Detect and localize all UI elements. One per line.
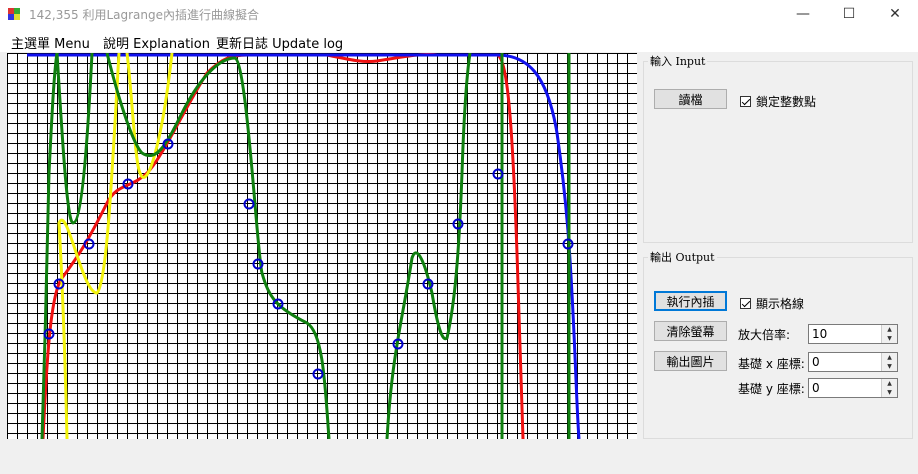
base-x-label: 基礎 x 座標: — [738, 357, 805, 371]
menu-update-log[interactable]: 更新日誌 Update log — [216, 33, 343, 52]
title-bar: 142,355 利用Lagrange內插進行曲線擬合 — ☐ ✕ — [0, 0, 918, 30]
checkbox-check-icon — [740, 96, 751, 107]
spin-up-icon[interactable]: ▲ — [881, 353, 897, 362]
zoom-label: 放大倍率: — [738, 328, 791, 342]
input-group-label: 輸入 Input — [648, 53, 708, 69]
lock-integer-label: 鎖定整數點 — [756, 95, 817, 109]
menu-bar: 主選單 Menu 說明 Explanation 更新日誌 Update log — [0, 30, 918, 52]
spin-up-icon[interactable]: ▲ — [881, 325, 897, 334]
menu-explanation[interactable]: 說明 Explanation — [103, 33, 210, 52]
maximize-button[interactable]: ☐ — [826, 0, 872, 30]
minimize-button[interactable]: — — [780, 0, 826, 30]
output-group-label: 輸出 Output — [648, 249, 717, 265]
output-group — [643, 257, 913, 439]
checkbox-check-icon — [740, 298, 751, 309]
plot-svg — [7, 53, 637, 439]
base-y-label: 基礎 y 座標: — [738, 382, 805, 396]
window-title: 142,355 利用Lagrange內插進行曲線擬合 — [29, 8, 259, 22]
spin-up-icon[interactable]: ▲ — [881, 379, 897, 388]
spin-down-icon[interactable]: ▼ — [881, 362, 897, 371]
zoom-value: 10 — [812, 327, 828, 341]
show-grid-label: 顯示格線 — [756, 297, 805, 311]
yellow-curve — [57, 53, 174, 439]
plot-canvas[interactable] — [7, 53, 637, 439]
clear-screen-button[interactable]: 清除螢幕 — [654, 321, 727, 341]
spin-down-icon[interactable]: ▼ — [881, 388, 897, 397]
menu-main[interactable]: 主選單 Menu — [11, 33, 90, 52]
run-interpolation-button[interactable]: 執行內插 — [654, 291, 727, 311]
lock-integer-checkbox[interactable]: 鎖定整數點 — [740, 93, 816, 110]
base-x-value: 0 — [812, 355, 820, 369]
app-icon — [8, 8, 20, 20]
base-y-input[interactable]: 0 ▲ ▼ — [808, 378, 898, 398]
zoom-input[interactable]: 10 ▲ ▼ — [808, 324, 898, 344]
blue-curve — [27, 53, 581, 439]
load-file-button[interactable]: 讀檔 — [654, 89, 727, 109]
close-button[interactable]: ✕ — [872, 0, 918, 30]
base-y-value: 0 — [812, 381, 820, 395]
show-grid-checkbox[interactable]: 顯示格線 — [740, 295, 804, 312]
base-x-input[interactable]: 0 ▲ ▼ — [808, 352, 898, 372]
spin-down-icon[interactable]: ▼ — [881, 334, 897, 343]
export-image-button[interactable]: 輸出圖片 — [654, 351, 727, 371]
